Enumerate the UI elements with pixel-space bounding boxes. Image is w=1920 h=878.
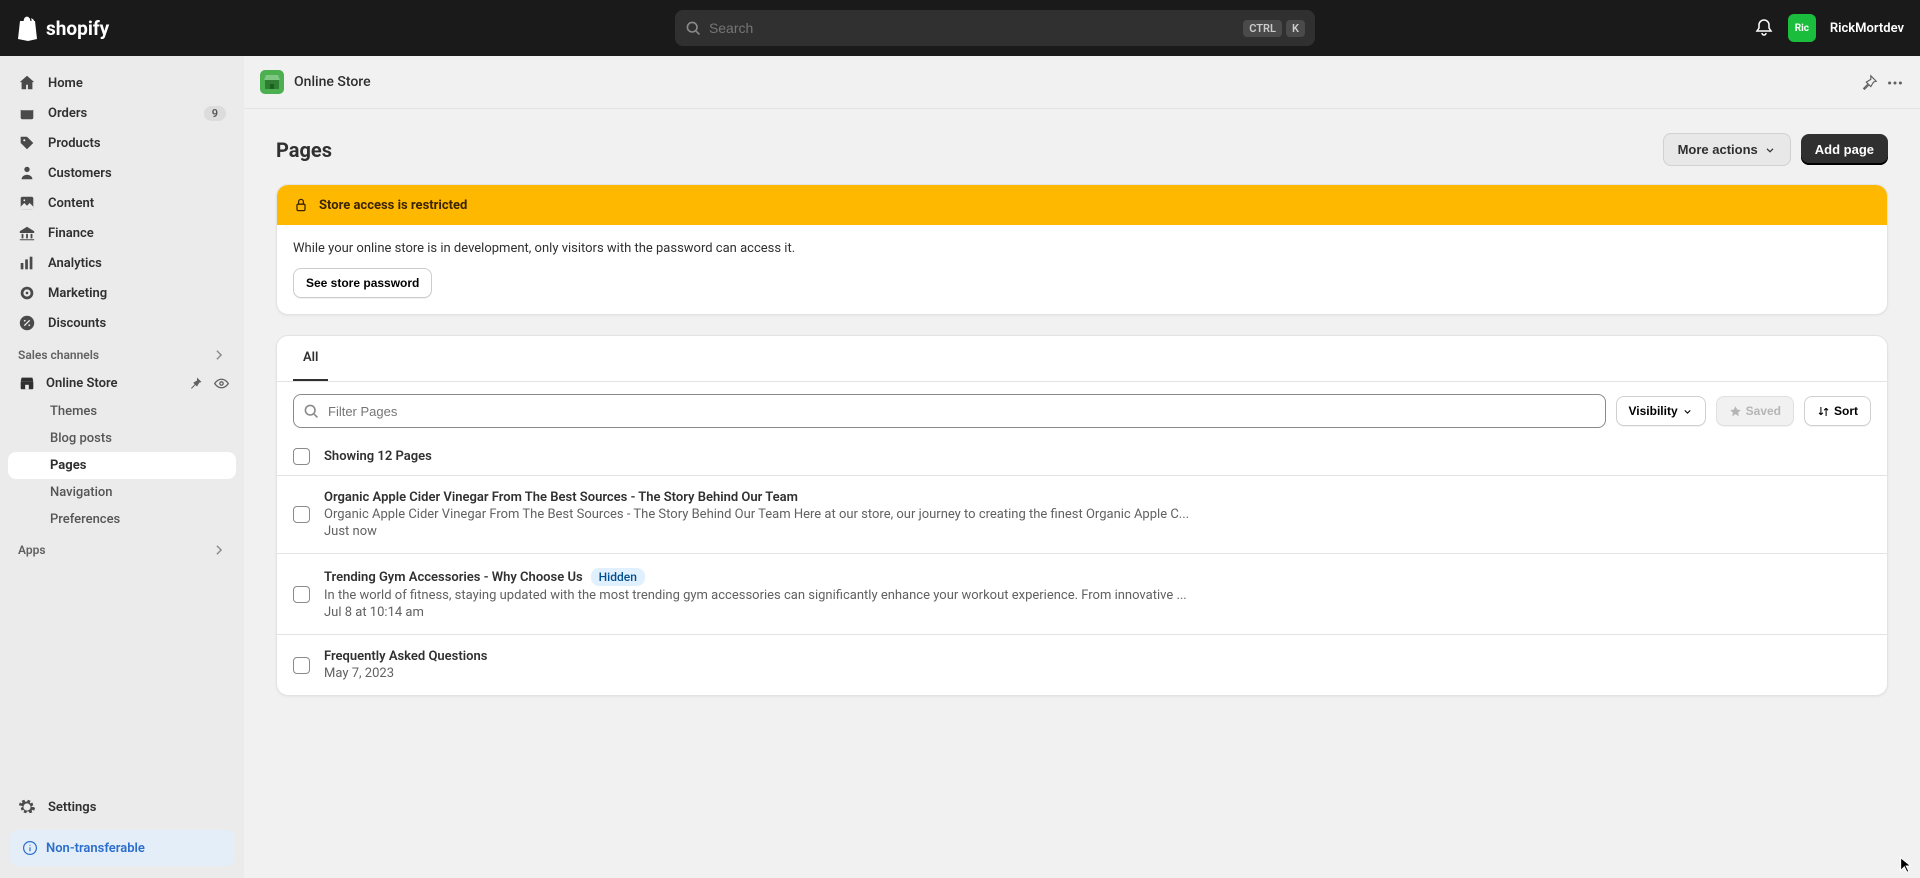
page-row-title: Organic Apple Cider Vinegar From The Bes… [324,490,798,505]
notifications-icon[interactable] [1754,18,1774,39]
pin-icon[interactable] [188,375,203,390]
sidebar-item-finance[interactable]: Finance [8,218,236,248]
search-icon [685,20,701,36]
lock-icon [293,197,309,213]
row-checkbox[interactable] [293,586,310,603]
more-icon[interactable] [1886,72,1904,92]
top-bar-right: Ric RickMortdev [1754,14,1904,42]
sidebar-item-settings[interactable]: Settings [8,792,236,822]
cursor-icon [1898,856,1916,874]
channel-icon [260,70,284,94]
customers-icon [18,164,36,182]
orders-badge: 9 [204,106,226,121]
filter-pages-input[interactable] [293,394,1606,428]
sort-icon [1817,405,1830,418]
chevron-right-icon[interactable] [212,348,226,362]
star-icon [1729,405,1742,418]
shopify-bag-icon [16,15,40,41]
finance-icon [18,224,36,242]
main-content: Online Store Pages More actions Add page… [244,56,1920,878]
chevron-down-icon [1764,144,1776,156]
top-bar: shopify CTRL K Ric RickMortdev [0,0,1920,56]
banner-header: Store access is restricted [277,185,1887,225]
analytics-icon [18,254,36,272]
sidebar-item-customers[interactable]: Customers [8,158,236,188]
home-icon [18,74,36,92]
page-row-excerpt: Organic Apple Cider Vinegar From The Bes… [324,507,1871,522]
pages-card: All Visibility Saved [276,335,1888,696]
sidebar-subitem-pages[interactable]: Pages [8,452,236,479]
apps-header: Apps [8,533,236,563]
sidebar-item-analytics[interactable]: Analytics [8,248,236,278]
info-icon [22,840,38,856]
visibility-filter-button[interactable]: Visibility [1616,396,1706,426]
avatar[interactable]: Ric [1788,14,1816,42]
list-summary: Showing 12 Pages [277,440,1887,475]
page-row[interactable]: Organic Apple Cider Vinegar From The Bes… [277,475,1887,553]
sidebar-item-discounts[interactable]: Discounts [8,308,236,338]
page-row-title: Trending Gym Accessories - Why Choose Us [324,570,583,585]
sidebar-item-products[interactable]: Products [8,128,236,158]
search-shortcut: CTRL K [1243,20,1305,37]
page-row[interactable]: Frequently Asked Questions May 7, 2023 [277,634,1887,695]
brand-text: shopify [46,17,109,40]
page-title-row: Pages More actions Add page [276,133,1888,166]
non-transferable-banner[interactable]: Non-transferable [10,830,234,866]
sidebar-item-orders[interactable]: Orders 9 [8,98,236,128]
filter-row: Visibility Saved Sort [277,382,1887,440]
eye-icon[interactable] [213,375,230,392]
sort-button[interactable]: Sort [1804,396,1871,426]
store-icon [18,374,36,392]
sidebar-subitem-themes[interactable]: Themes [8,398,236,425]
page-title: Pages [276,138,1663,162]
breadcrumb: Online Store [294,74,1850,90]
saved-button: Saved [1716,396,1794,426]
tabs: All [277,336,1887,382]
orders-icon [18,104,36,122]
username[interactable]: RickMortdev [1830,21,1904,36]
pin-icon[interactable] [1860,72,1878,92]
row-checkbox[interactable] [293,657,310,674]
sidebar-subitem-navigation[interactable]: Navigation [8,479,236,506]
main-header: Online Store [244,56,1920,109]
sidebar: Home Orders 9 Products Customers Content… [0,56,244,878]
gear-icon [18,798,36,816]
hidden-badge: Hidden [591,568,645,586]
page-row-title: Frequently Asked Questions [324,649,487,664]
content-icon [18,194,36,212]
search-input[interactable] [709,20,1235,36]
products-icon [18,134,36,152]
search-box[interactable]: CTRL K [675,10,1315,46]
banner-body: While your online store is in developmen… [277,225,1887,314]
more-actions-button[interactable]: More actions [1663,133,1791,166]
search-icon [303,403,319,419]
page-row-excerpt: In the world of fitness, staying updated… [324,588,1871,603]
page-row-date: Jul 8 at 10:14 am [324,605,1871,620]
sidebar-item-home[interactable]: Home [8,68,236,98]
see-store-password-button[interactable]: See store password [293,268,432,298]
page-row[interactable]: Trending Gym Accessories - Why Choose Us… [277,553,1887,634]
marketing-icon [18,284,36,302]
page-row-date: Just now [324,524,1871,539]
sidebar-item-content[interactable]: Content [8,188,236,218]
chevron-right-icon[interactable] [212,543,226,557]
discounts-icon [18,314,36,332]
chevron-down-icon [1682,406,1693,417]
sidebar-item-online-store[interactable]: Online Store [8,368,236,398]
access-banner: Store access is restricted While your on… [276,184,1888,315]
row-checkbox[interactable] [293,506,310,523]
tab-all[interactable]: All [293,336,328,381]
sidebar-item-marketing[interactable]: Marketing [8,278,236,308]
select-all-checkbox[interactable] [293,448,310,465]
sales-channels-header: Sales channels [8,338,236,368]
search-wrap: CTRL K [252,10,1738,46]
brand-logo[interactable]: shopify [16,15,236,41]
page-row-date: May 7, 2023 [324,666,1871,681]
add-page-button[interactable]: Add page [1801,134,1888,165]
sidebar-subitem-blog-posts[interactable]: Blog posts [8,425,236,452]
sidebar-subitem-preferences[interactable]: Preferences [8,506,236,533]
